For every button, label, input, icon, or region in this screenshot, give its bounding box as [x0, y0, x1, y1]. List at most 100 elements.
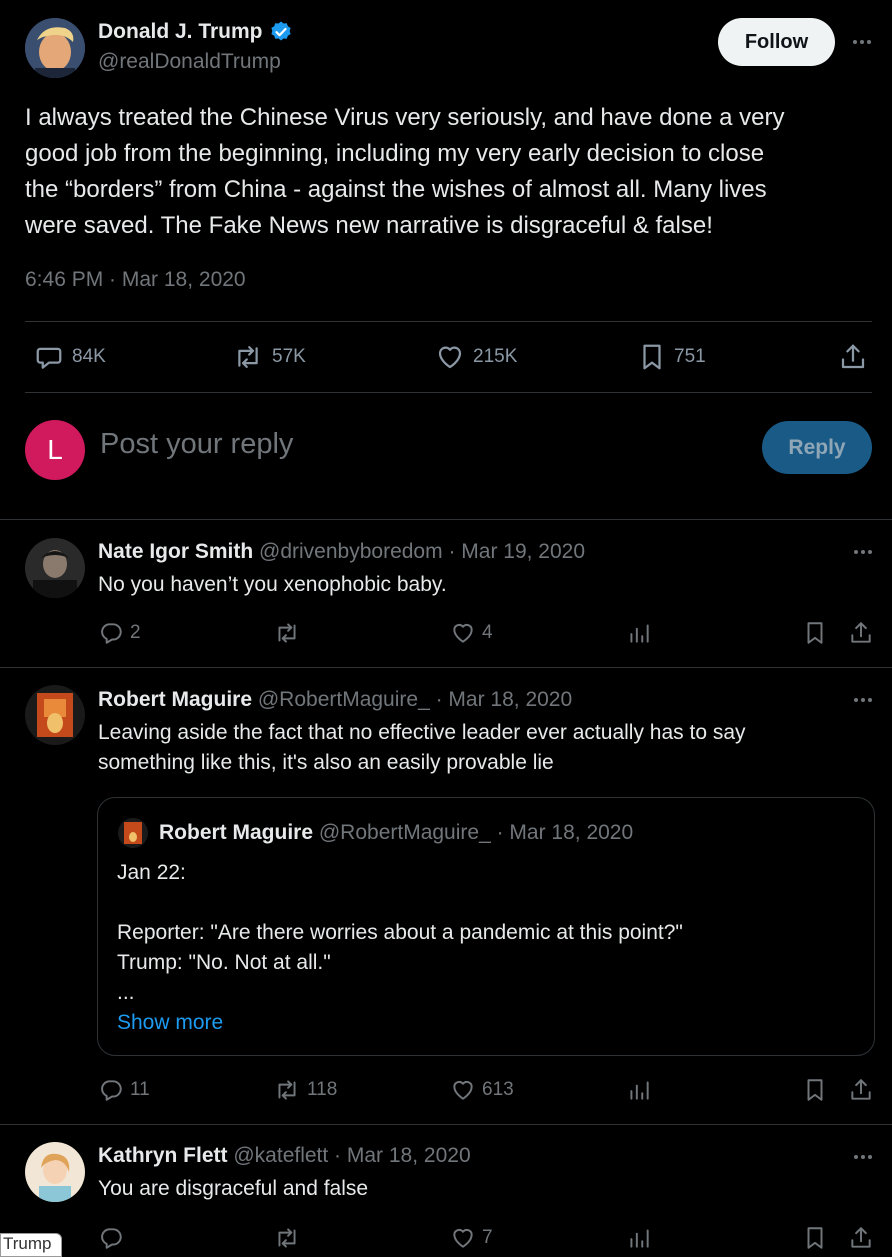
divider	[0, 519, 892, 520]
analytics-icon[interactable]	[626, 620, 652, 646]
bookmark-icon[interactable]	[802, 620, 828, 646]
heart-icon	[450, 1225, 476, 1251]
author-avatar[interactable]	[25, 18, 85, 78]
reply-author-name[interactable]: Kathryn Flett	[98, 1144, 228, 1167]
author-handle[interactable]: @realDonaldTrump	[98, 50, 281, 74]
quote-author-name: Robert Maguire	[159, 821, 314, 844]
reply-text: No you haven’t you xenophobic baby.	[98, 570, 447, 600]
quote-text-line: Jan 22:	[117, 861, 186, 884]
composer-avatar-letter: L	[47, 434, 63, 465]
heart-icon	[435, 342, 465, 372]
post-text-line: the “borders” from China - against the w…	[25, 176, 767, 203]
reply-action[interactable]: 84K	[34, 342, 106, 372]
divider	[0, 1124, 892, 1125]
post-text-line: were saved. The Fake News new narrative …	[25, 212, 713, 239]
reply-count: 2	[130, 622, 141, 643]
reply-action[interactable]	[98, 1225, 130, 1251]
like-count: 613	[482, 1079, 514, 1100]
repost-icon	[273, 1225, 301, 1251]
reply-input-placeholder: Post your reply	[100, 428, 294, 460]
quote-text: Jan 22: Reporter: "Are there worries abo…	[117, 858, 683, 1038]
reply-action[interactable]: 11	[98, 1077, 150, 1103]
reply-avatar[interactable]	[25, 1142, 85, 1202]
like-action[interactable]: 4	[450, 620, 493, 646]
post-text: I always treated the Chinese Virus very …	[25, 100, 785, 244]
reply-avatar-image	[25, 538, 85, 598]
reply-text-line: No you haven’t you xenophobic baby.	[98, 573, 447, 596]
quote-text-line: ...	[117, 981, 135, 1004]
share-icon[interactable]	[838, 342, 868, 372]
heart-icon	[450, 1077, 476, 1103]
reply-avatar-image	[25, 685, 85, 745]
reply-avatar[interactable]	[25, 685, 85, 745]
divider	[25, 321, 872, 322]
divider	[25, 392, 872, 393]
show-more-link[interactable]: Show more	[117, 1008, 683, 1038]
quote-author-meta: @RobertMaguire_ · Mar 18, 2020	[318, 821, 634, 844]
bookmark-action[interactable]: 751	[638, 342, 706, 372]
more-options-icon[interactable]	[853, 40, 871, 44]
reply-author-name[interactable]: Nate Igor Smith	[98, 540, 253, 563]
reply-author-meta[interactable]: @RobertMaguire_ · Mar 18, 2020	[258, 688, 572, 711]
repost-count: 57K	[272, 346, 306, 367]
repost-action[interactable]	[273, 1225, 307, 1251]
author-name[interactable]: Donald J. Trump	[98, 20, 263, 44]
divider	[0, 667, 892, 668]
reply-text-line: Leaving aside the fact that no effective…	[98, 721, 746, 744]
reply-text-line: something like this, it's also an easily…	[98, 751, 554, 774]
repost-icon	[232, 342, 264, 372]
share-icon[interactable]	[848, 620, 874, 646]
like-action[interactable]: 613	[450, 1077, 514, 1103]
reply-icon	[98, 1225, 124, 1251]
more-options-icon[interactable]	[854, 698, 872, 702]
repost-action[interactable]: 118	[273, 1077, 337, 1103]
reply-avatar-image	[25, 1142, 85, 1202]
quoted-post-card[interactable]: Robert Maguire @RobertMaguire_ · Mar 18,…	[97, 797, 875, 1056]
quote-avatar	[118, 818, 148, 848]
repost-count: 118	[307, 1079, 338, 1100]
follow-button-label: Follow	[744, 30, 809, 53]
bookmark-icon[interactable]	[802, 1077, 828, 1103]
reply-button[interactable]: Reply	[762, 421, 872, 474]
reply-author-name[interactable]: Robert Maguire	[98, 688, 252, 711]
reply-author-meta[interactable]: @drivenbyboredom · Mar 19, 2020	[259, 540, 585, 563]
share-icon[interactable]	[848, 1225, 874, 1251]
analytics-icon[interactable]	[626, 1225, 652, 1251]
analytics-icon[interactable]	[626, 1077, 652, 1103]
post-timestamp[interactable]: 6:46 PM · Mar 18, 2020	[25, 268, 246, 292]
repost-icon	[273, 1077, 301, 1103]
reply-button-label: Reply	[788, 435, 846, 459]
like-count: 215K	[473, 346, 518, 367]
quote-text-line: Reporter: "Are there worries about a pan…	[117, 921, 683, 944]
bookmark-icon[interactable]	[802, 1225, 828, 1251]
quote-avatar-image	[118, 818, 148, 848]
reply-count: 11	[130, 1079, 150, 1100]
post-text-line: I always treated the Chinese Virus very …	[25, 104, 785, 131]
reply-icon	[98, 620, 124, 646]
reply-avatar[interactable]	[25, 538, 85, 598]
reply-text-line: You are disgraceful and false	[98, 1177, 369, 1200]
reply-author-meta[interactable]: @kateflett · Mar 18, 2020	[233, 1144, 470, 1167]
like-action[interactable]: 215K	[435, 342, 517, 372]
quote-text-line: Trump: "No. Not at all."	[117, 951, 331, 974]
verified-badge-icon	[269, 20, 293, 44]
reply-action[interactable]: 2	[98, 620, 141, 646]
repost-icon	[273, 620, 301, 646]
reply-text: You are disgraceful and false	[98, 1174, 368, 1204]
hover-tooltip-text: Trump	[3, 1234, 52, 1253]
like-action[interactable]: 7	[450, 1225, 493, 1251]
reply-input[interactable]: Post your reply	[100, 428, 720, 470]
share-icon[interactable]	[848, 1077, 874, 1103]
bookmark-icon	[638, 342, 666, 372]
reply-text: Leaving aside the fact that no effective…	[98, 718, 746, 778]
composer-avatar[interactable]: L	[25, 420, 85, 480]
repost-action[interactable]: 57K	[232, 342, 306, 372]
post-text-line: good job from the beginning, including m…	[25, 140, 765, 167]
bookmark-count: 751	[674, 346, 706, 367]
more-options-icon[interactable]	[854, 1155, 872, 1159]
more-options-icon[interactable]	[854, 550, 872, 554]
repost-action[interactable]	[273, 620, 307, 646]
hover-tooltip: Trump	[0, 1233, 62, 1257]
like-count: 7	[482, 1227, 493, 1248]
follow-button[interactable]: Follow	[718, 18, 835, 66]
